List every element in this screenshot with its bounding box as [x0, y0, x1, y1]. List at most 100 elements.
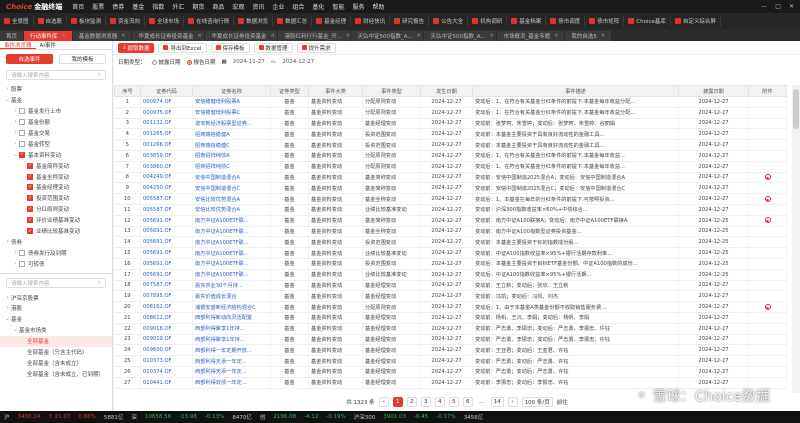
table-row[interactable]: 1 000974.OF 安信稳健增利股票A 基金 基金资料变动 分配原则变动 2024-12… — [114, 96, 787, 108]
pdf-icon[interactable]: ◉ — [764, 173, 771, 180]
table-row[interactable]: 19 007895.OF 嘉实价值成长混合 基金 基金资料变动 基金经理变动 2024-12… — [114, 290, 787, 303]
table-cell[interactable]: 南方中证A100ETF联... — [192, 226, 271, 238]
table-cell[interactable]: 招商瑞信稳健A — [192, 128, 271, 141]
table-cell[interactable]: 招商瑞信稳健C — [192, 139, 271, 151]
toolbar-item[interactable]: 在线咨询行情 — [184, 16, 235, 26]
table-cell[interactable]: 005691.OF — [140, 226, 193, 238]
tab[interactable]: 市场概况_基金专题 ✕ — [497, 31, 565, 41]
table-cell[interactable]: 浦银安盛新经济结构混合C — [192, 301, 271, 313]
next-page-button[interactable]: › — [507, 397, 518, 407]
chevron-right-icon[interactable]: › — [4, 305, 11, 311]
menu-item[interactable]: 指数 — [148, 2, 168, 11]
tree-node[interactable]: ✓ 基金经理变动 — [0, 182, 112, 193]
page-button[interactable]: 3 — [420, 397, 431, 407]
table-row[interactable]: 23 009019.OF 西部利得聚享1年持... 基金 基金资料变动 基金经理变动 202… — [114, 334, 787, 346]
toolbar-item[interactable]: 研究报告 — [390, 16, 430, 26]
toolbar-item[interactable]: 机构调研 — [468, 16, 508, 26]
tab[interactable]: 华夏成长证券投资基金 ✕ — [132, 31, 205, 41]
left-nav-tab[interactable]: 事件浏览器 — [0, 41, 36, 49]
chevron-down-icon[interactable]: ⌄ — [12, 152, 19, 158]
vertical-scrollbar[interactable] — [792, 85, 800, 393]
close-icon[interactable]: ✕ — [121, 33, 125, 39]
page-button[interactable]: 6 — [462, 397, 473, 407]
table-row[interactable]: 16 005691.OF 南方中证A100ETF联... 基金 基金资料变动 投资范围变动… — [114, 258, 787, 270]
checkbox[interactable] — [19, 140, 25, 147]
checkbox[interactable]: ✓ — [27, 206, 33, 213]
checkbox[interactable]: ✓ — [27, 173, 33, 180]
table-row[interactable]: 13 005691.OF 南方中证A100ETF联... 基金 基金资料变动 基金全称变动… — [114, 226, 787, 238]
toolbar-item[interactable]: 自选股 — [34, 16, 68, 26]
table-row[interactable]: 21 008612.OF 西部利得新动向灵活配置 基金 基金资料变动 基金经理变动 2024… — [114, 312, 787, 324]
table-row[interactable]: 20 008162.OF 浦银安盛新经济结构混合C 基金 基金资料变动 分配原则变动 202… — [114, 301, 787, 313]
table-row[interactable]: 25 010373.OF 西部利得天添一年定... 基金 基金资料变动 基金经理变动 202… — [114, 355, 787, 367]
tree-node[interactable]: › 股票 — [0, 84, 112, 95]
close-icon[interactable]: ✕ — [62, 33, 66, 39]
table-cell[interactable]: 010374.OF — [140, 366, 193, 378]
table-row[interactable]: 9 004250.OF 安信中国制造混合C 基金 基金资料变动 基金简称变动 2024-12… — [114, 182, 787, 195]
toolbar-item[interactable]: 自定义综合屏 — [671, 16, 721, 26]
menu-item[interactable]: 首页 — [68, 2, 88, 11]
tab[interactable]: 我的自选5 ✕ — [565, 31, 612, 41]
chevron-right-icon[interactable]: › — [4, 86, 11, 92]
table-row[interactable]: 11 005587.OF 安信比较优势混合A 基金 基金资料变动 业绩比较基准变动 2024… — [114, 204, 787, 216]
checkbox[interactable]: ✓ — [19, 151, 25, 158]
tree-node[interactable]: › 港股 — [0, 303, 112, 314]
chevron-down-icon[interactable]: ⌄ — [12, 327, 19, 333]
table-row[interactable]: 18 007587.OF 嘉实农业30个月持... 基金 基金资料变动 基金经理变动 202… — [114, 280, 787, 292]
checkbox[interactable]: ✓ — [27, 184, 33, 191]
page-size-select[interactable]: 100 条/页 — [521, 397, 553, 407]
end-date-field[interactable]: 2024-12-27 — [282, 59, 314, 65]
table-cell[interactable]: 001132.OF — [140, 118, 193, 130]
tree-node[interactable]: ⌄ 基金市场类 — [0, 325, 112, 336]
table-cell[interactable]: 004250.OF — [140, 182, 193, 195]
toolbar-item[interactable]: 债市矩阵 — [585, 16, 625, 26]
table-cell[interactable]: 010441.OF — [140, 377, 193, 389]
menu-item[interactable]: 资讯 — [248, 2, 268, 11]
menu-item[interactable]: 帮助 — [368, 2, 388, 11]
action-button[interactable]: 数据管理 — [253, 42, 293, 53]
close-icon[interactable]: ✕ — [554, 33, 558, 39]
table-cell[interactable]: 南方中证A100ETF联... — [192, 269, 271, 281]
tab[interactable]: 天弘中证500指数_A... ✕ — [351, 31, 424, 41]
toolbar-item[interactable]: 财经快讯 — [351, 16, 391, 26]
column-header[interactable]: 证券类型 — [270, 85, 309, 97]
table-cell[interactable]: 安信中国制造混合C — [192, 182, 271, 195]
table-row[interactable]: 3 001132.OF 诺安新经济股票型证券... 基金 基金资料变动 基金经理变动 202… — [114, 118, 787, 130]
tree-node[interactable]: ✓ 业绩比较基准变动 — [0, 226, 112, 237]
menu-item[interactable]: 商品 — [208, 2, 228, 11]
checkbox[interactable] — [19, 260, 25, 267]
left-mode-button[interactable]: 自选事件 — [6, 54, 53, 64]
toolbar-item[interactable]: 资金流向 — [106, 16, 146, 26]
table-cell[interactable]: 009600.OF — [140, 344, 193, 357]
table-cell[interactable]: 西部利得天添一年定... — [192, 355, 271, 367]
table-row[interactable]: 26 010374.OF 西部利得天添一年定... 基金 基金资料变动 基金经理变动 202… — [114, 366, 787, 378]
column-header[interactable]: 证券代码 — [140, 85, 193, 97]
toolbar-item[interactable]: 公告大全 — [429, 16, 469, 26]
table-cell[interactable]: 004249.OF — [140, 172, 193, 184]
table-cell[interactable]: 招商招祥纯债A — [192, 150, 271, 162]
tree-node[interactable]: › 债券 — [0, 236, 112, 247]
table-cell[interactable]: 西部利得新动向灵活配置 — [192, 312, 271, 324]
column-header[interactable]: 附件 — [748, 85, 787, 97]
page-button[interactable]: 5 — [448, 397, 459, 407]
table-row[interactable]: 15 005691.OF 南方中证A100ETF联... 基金 基金资料变动 业绩比较基准… — [114, 247, 787, 259]
table-cell[interactable]: 010373.OF — [140, 355, 193, 367]
radio-report-date[interactable]: 报告日期 — [186, 58, 216, 66]
table-cell[interactable]: 003859.OF — [140, 150, 193, 162]
close-icon[interactable]: ✕ — [197, 33, 201, 39]
table-cell[interactable]: 西部利得聚享1年持... — [192, 334, 271, 346]
chevron-down-icon[interactable]: ⌄ — [4, 97, 11, 103]
close-icon[interactable]: ✕ — [417, 33, 421, 39]
attachment-cell[interactable]: ◉ — [748, 215, 787, 227]
action-button[interactable]: ⤓ 提取数据 — [118, 42, 155, 53]
column-header[interactable]: 序号 — [114, 85, 141, 97]
tree-node[interactable]: › 债券发行及到期 — [0, 247, 112, 258]
table-cell[interactable]: 005691.OF — [140, 236, 193, 249]
table-row[interactable]: 24 009600.OF 西部利得一年定期开放... 基金 基金资料变动 基金经理变动 20… — [114, 344, 787, 357]
page-button[interactable]: 2 — [406, 397, 417, 407]
page-button[interactable]: 1 — [392, 397, 403, 407]
table-cell[interactable]: 安信中国制造混合A — [192, 172, 271, 184]
close-icon[interactable]: ✕ — [346, 33, 350, 39]
table-cell[interactable]: 嘉实农业30个月持... — [192, 280, 271, 292]
attachment-cell[interactable]: ◉ — [748, 172, 787, 184]
